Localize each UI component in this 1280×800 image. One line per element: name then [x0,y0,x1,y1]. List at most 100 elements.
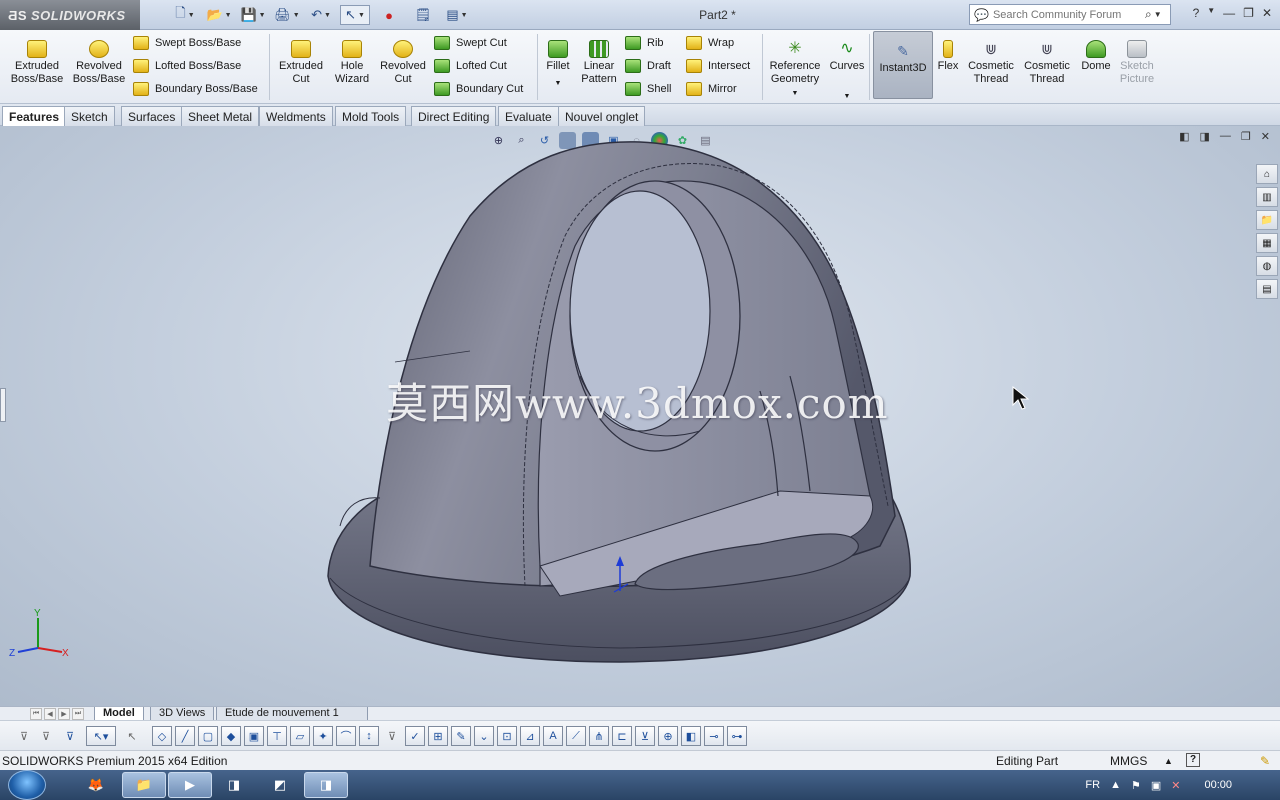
filter-toggle-icon[interactable]: ⊽ [36,726,56,746]
fillet-dropdown-icon[interactable]: ▼ [541,77,575,90]
filter-solid-bodies-icon[interactable]: ▣ [244,726,264,746]
filter-mid-points-icon[interactable]: ⊻ [635,726,655,746]
tab-sketch[interactable]: Sketch [64,106,115,126]
filter-bend-lines-icon[interactable]: ⊶ [727,726,747,746]
file-properties-icon[interactable]: 🗒 [408,5,438,25]
solidworks-2015-active-icon[interactable]: ◨ [304,772,348,798]
filter-weld-symbols-icon[interactable]: ⌄ [474,726,494,746]
tab-direct-editing[interactable]: Direct Editing [411,106,497,126]
select-cursor-icon[interactable]: ↖ ▼ [340,5,370,25]
start-button[interactable] [8,770,46,800]
firefox-icon[interactable]: 🦊 [74,772,118,798]
curves-button[interactable]: ∿ Curves ▼ [828,36,866,100]
curves-dropdown-icon[interactable]: ▼ [828,90,866,103]
rib-button[interactable]: Rib [625,33,664,53]
filter-planes-icon[interactable]: ▱ [290,726,310,746]
tab-evaluate[interactable]: Evaluate [498,106,559,126]
network-icon[interactable]: ▣ [1151,779,1161,792]
action-center-flag-icon[interactable]: ⚑ [1131,779,1141,792]
filter-points-icon[interactable]: ✦ [313,726,333,746]
linear-pattern-button[interactable]: Linear Pattern [578,36,620,98]
filter-geometric-tolerance-icon[interactable]: ⊞ [428,726,448,746]
save-icon[interactable]: 💾 ▼ [238,5,268,25]
tab-motion-study[interactable]: Etude de mouvement 1 [216,707,368,721]
last-tab-arrow-icon[interactable]: ⏭ [72,708,84,720]
flex-button[interactable]: Flex [936,36,960,98]
clear-filters-icon[interactable]: ⊽ [60,726,80,746]
boundary-cut-button[interactable]: Boundary Cut [434,79,523,99]
tray-expand-icon[interactable]: ▲ [1110,779,1121,791]
volume-muted-icon[interactable]: ✕ [1171,779,1180,792]
rebuild-notice-icon[interactable]: ✎ [1260,754,1270,768]
restore-icon[interactable]: ❐ [1243,6,1254,20]
tab-sheet-metal[interactable]: Sheet Metal [181,106,260,126]
file-explorer-taskbar-icon[interactable]: 📁 [122,772,166,798]
reference-geometry-button[interactable]: ✳ Reference Geometry ▼ [767,36,823,98]
adobe-app-icon[interactable]: ◩ [258,772,302,798]
hole-wizard-button[interactable]: Hole Wizard [328,36,376,98]
graphics-area[interactable]: ⊕ ⌕ ↺ ▣ ◌ ✿ ▤ ◧ ◨ — ❐ ✕ ⌂ ▥ 📁 ▦ ◍ ▤ Y X … [0,126,1280,706]
filter-center-marks-icon[interactable]: ⊕ [658,726,678,746]
fillet-button[interactable]: Fillet ▼ [541,36,575,98]
undo-icon[interactable]: ↶ ▼ [306,5,336,25]
swept-boss-button[interactable]: Swept Boss/Base [133,33,241,53]
swept-cut-button[interactable]: Swept Cut [434,33,507,53]
boundary-boss-button[interactable]: Boundary Boss/Base [133,79,258,99]
select-arrow-icon[interactable]: ↖▾ [86,726,116,746]
clock[interactable]: 00:00 [1204,779,1232,791]
help-dropdown-icon[interactable]: ▼ [1207,6,1215,20]
new-document-icon[interactable]: 🗋 ▼ [170,5,200,25]
filter-center-lines-icon[interactable]: ⊸ [704,726,724,746]
search-icon[interactable]: ⌕ [1145,7,1152,22]
language-indicator[interactable]: FR [1085,779,1100,791]
wrap-button[interactable]: Wrap [686,33,734,53]
cosmetic-thread-button-1[interactable]: ⋓ Cosmetic Thread [966,36,1016,98]
filter-separator-icon[interactable]: ⊽ [382,726,402,746]
reference-geometry-dropdown-icon[interactable]: ▼ [767,87,823,100]
shell-button[interactable]: Shell [625,79,671,99]
search-community-forum[interactable]: 💬 ⌕ ▼ [969,4,1171,25]
solidworks-logo[interactable]: ƋS SOLIDWORKS [0,0,140,30]
filter-sketch-segments-icon[interactable]: ⌒ [336,726,356,746]
tab-features[interactable]: Features [2,106,67,126]
filter-edges-icon[interactable]: ╱ [175,726,195,746]
filter-datum-features-icon[interactable]: ⊿ [520,726,540,746]
select-other-icon[interactable]: ↖ [122,726,142,746]
options-icon[interactable]: ▤ ▼ [442,5,472,25]
tab-nouvel-onglet[interactable]: Nouvel onglet [558,106,646,126]
extruded-boss-button[interactable]: Extruded Boss/Base [8,36,66,98]
filter-faces-icon[interactable]: ▢ [198,726,218,746]
tab-weldments[interactable]: Weldments [259,106,333,126]
intersect-button[interactable]: Intersect [686,56,750,76]
filter-surface-bodies-icon[interactable]: ◆ [221,726,241,746]
lofted-boss-button[interactable]: Lofted Boss/Base [133,56,241,76]
revolved-cut-button[interactable]: Revolved Cut [378,36,428,98]
filter-surface-finish-icon[interactable]: ✓ [405,726,425,746]
revolved-boss-button[interactable]: Revolved Boss/Base [70,36,128,98]
filter-dowel-pins-icon[interactable]: ◧ [681,726,701,746]
tab-mold-tools[interactable]: Mold Tools [335,106,407,126]
lofted-cut-button[interactable]: Lofted Cut [434,56,507,76]
draft-button[interactable]: Draft [625,56,671,76]
filter-datum-targets-icon[interactable]: ⊡ [497,726,517,746]
unit-dropdown-icon[interactable]: ▲ [1164,756,1173,766]
extruded-cut-button[interactable]: Extruded Cut [274,36,328,98]
filter-connection-points-icon[interactable]: ⊏ [612,726,632,746]
tab-3d-views[interactable]: 3D Views [150,707,215,721]
dome-button[interactable]: Dome [1078,36,1114,98]
search-dropdown-icon[interactable]: ▼ [1154,10,1162,19]
print-icon[interactable]: 🖨 ▼ [272,5,302,25]
filter-axes-icon[interactable]: ⊤ [267,726,287,746]
filter-routing-points-icon[interactable]: ⋔ [589,726,609,746]
sketch-picture-button[interactable]: Sketch Picture [1116,36,1158,98]
filter-cosmetic-threads-icon[interactable]: A [543,726,563,746]
filter-notes-icon[interactable]: ✎ [451,726,471,746]
minimize-icon[interactable]: — [1223,6,1235,20]
filter-vertices-icon[interactable]: ◇ [152,726,172,746]
tab-model[interactable]: Model [94,707,144,721]
help-icon[interactable]: ? [1193,6,1200,20]
first-tab-arrow-icon[interactable]: ⏮ [30,708,42,720]
filter-icon[interactable]: ⊽ [14,726,34,746]
media-player-icon[interactable]: ▶ [168,772,212,798]
next-tab-arrow-icon[interactable]: ▶ [58,708,70,720]
